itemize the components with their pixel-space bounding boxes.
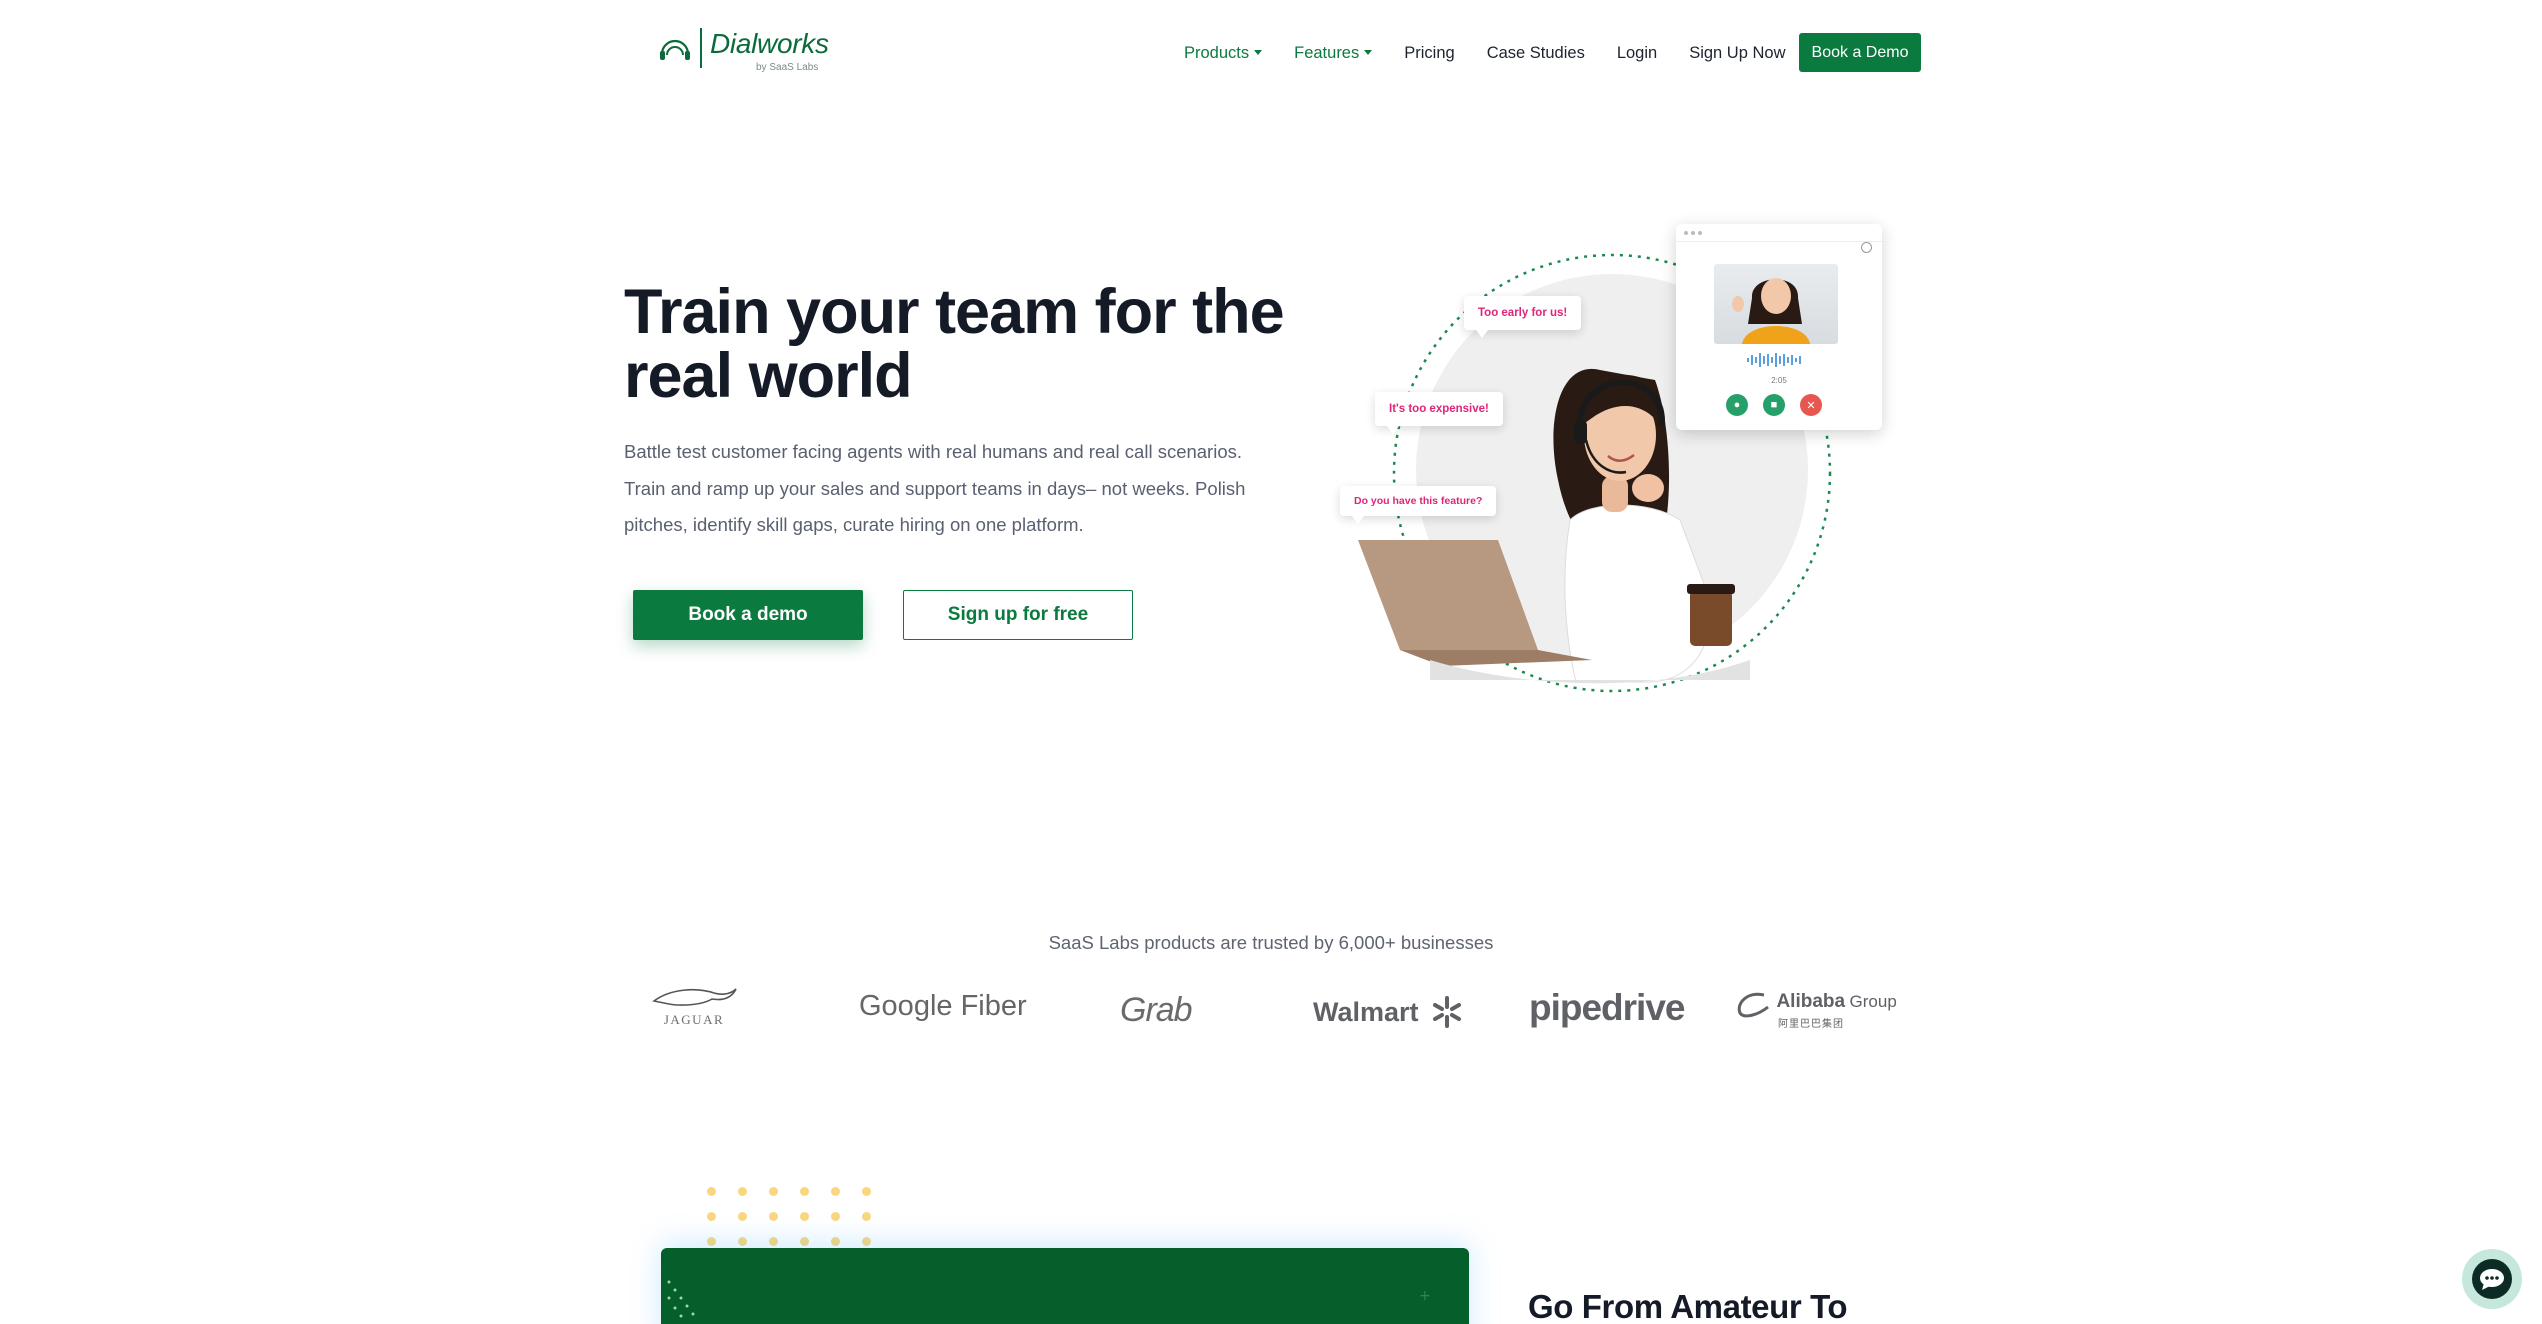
call-timer: 2:05: [1771, 376, 1787, 385]
nav-features-label: Features: [1294, 44, 1360, 62]
jaguar-logo: JAGUAR: [644, 983, 744, 1028]
caller-video: [1714, 264, 1838, 344]
walmart-logo: Walmart: [1313, 995, 1464, 1029]
card-decoration: +: [667, 1280, 1431, 1318]
jaguar-wordmark: JAGUAR: [663, 1012, 725, 1027]
alibaba-group-logo: Alibaba Group 阿里巴巴集团: [1734, 989, 1897, 1030]
chevron-down-icon: [1254, 50, 1263, 55]
alibaba-group-wordmark: Group: [1849, 992, 1897, 1011]
alibaba-wordmark: Alibaba: [1776, 991, 1846, 1012]
nav-case-studies[interactable]: Case Studies: [1487, 44, 1585, 63]
hero-title-line-1: Train your team for the: [624, 277, 1285, 347]
top-navigation: Products Features Pricing Case Studies L…: [1184, 44, 1818, 63]
user-avatar-icon: [1861, 242, 1872, 253]
nav-features[interactable]: Features: [1294, 44, 1373, 63]
decorative-dot-grid: [707, 1187, 893, 1246]
book-demo-button[interactable]: Book a demo: [633, 590, 863, 640]
objection-bubble-expensive: It's too expensive!: [1375, 392, 1503, 434]
customer-logos: JAGUAR Google Fiber Grab Walmart pipedri…: [640, 975, 1920, 1035]
hero-title-line-2: real world: [624, 341, 913, 411]
chat-icon: ■: [1763, 394, 1785, 416]
headset-logo-icon: [660, 39, 690, 60]
hero-desc-line-2: Train and ramp up your sales and support…: [624, 477, 1246, 499]
svg-text:+: +: [1419, 1288, 1431, 1304]
hero-illustration: Too early for us! It's too expensive! Do…: [1330, 220, 1900, 700]
objection-bubble-feature: Do you have this feature?: [1340, 486, 1497, 524]
chat-bubble-icon: [2472, 1259, 2512, 1299]
caller-portrait: [1732, 278, 1810, 344]
chat-dots-icon: [2480, 1269, 2504, 1290]
logo-subtitle: by SaaS Labs: [756, 62, 819, 73]
objection-bubble-early: Too early for us!: [1464, 296, 1582, 338]
logo-wordmark: Dialworks: [710, 28, 829, 59]
grab-logo: Grab: [1120, 991, 1193, 1029]
section-heading: Go From Amateur To: [1528, 1288, 1848, 1324]
book-demo-nav-button[interactable]: Book a Demo: [1799, 33, 1921, 72]
logo-divider: [700, 28, 702, 68]
google-fiber-logo: Google Fiber: [859, 990, 1027, 1022]
nav-login[interactable]: Login: [1617, 44, 1657, 63]
end-call-icon: ✕: [1800, 394, 1822, 416]
nav-pricing[interactable]: Pricing: [1404, 44, 1454, 63]
mic-icon: ●: [1726, 394, 1748, 416]
alibaba-swoosh-icon: [1737, 992, 1769, 1018]
sign-up-free-button[interactable]: Sign up for free: [903, 590, 1133, 640]
nav-products[interactable]: Products: [1184, 44, 1263, 63]
pipedrive-logo: pipedrive: [1529, 987, 1685, 1028]
audio-waveform-icon: [1747, 353, 1801, 367]
walmart-wordmark: Walmart: [1313, 997, 1419, 1027]
chevron-down-icon: [1364, 50, 1373, 55]
alibaba-chinese-wordmark: 阿里巴巴集团: [1778, 1019, 1844, 1030]
jaguar-cat-icon: [652, 988, 737, 1006]
hero-desc-line-1: Battle test customer facing agents with …: [624, 441, 1243, 462]
hero-description: Battle test customer facing agents with …: [624, 434, 1264, 544]
chat-widget-button[interactable]: [2462, 1249, 2522, 1309]
call-window-bar: [1676, 224, 1882, 242]
nav-sign-up[interactable]: Sign Up Now: [1689, 44, 1785, 63]
hero-desc-line-3: pitches, identify skill gaps, curate hir…: [624, 514, 1084, 535]
trusted-caption: SaaS Labs products are trusted by 6,000+…: [1048, 932, 1494, 953]
dialworks-logo[interactable]: Dialworks by SaaS Labs: [656, 26, 836, 78]
hero-title: Train your team for the real world: [624, 277, 1285, 411]
feature-video-card: +: [661, 1248, 1469, 1324]
walmart-spark-icon: [1433, 996, 1462, 1028]
nav-products-label: Products: [1184, 44, 1250, 62]
video-call-card: 2:05 ● ■ ✕: [1676, 224, 1882, 430]
